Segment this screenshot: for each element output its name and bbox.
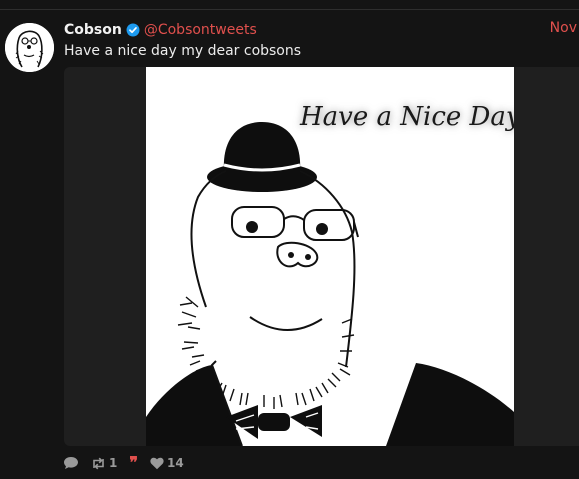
quote-action[interactable]: ❞ [129,455,138,471]
post-date[interactable]: Nov [550,20,577,36]
meme-image: Have a Nice Day... Have a Nice Day... [146,67,542,446]
avatar-face-icon [5,23,54,72]
reply-icon [64,457,78,469]
like-action[interactable]: 14 [150,456,184,470]
meme-caption: Have a Nice Day... [299,102,514,132]
post: Cobson @Cobsontweets Nov Have a nice day… [0,10,579,479]
post-text: Have a nice day my dear cobsons [64,43,302,59]
reply-action[interactable] [63,456,79,470]
post-header: Cobson @Cobsontweets [64,20,257,40]
heart-icon [150,457,164,469]
post-actions: 1 ❞ 14 [63,455,196,471]
quote-icon: ❞ [129,453,138,472]
repost-icon [93,457,104,469]
repost-action[interactable]: 1 [91,456,117,470]
repost-count: 1 [109,456,118,470]
post-media[interactable]: Have a Nice Day... Have a Nice Day... [64,67,579,446]
verified-badge-icon [126,23,140,37]
display-name[interactable]: Cobson [64,22,122,38]
avatar[interactable] [5,23,54,72]
like-count: 14 [166,456,184,470]
user-handle[interactable]: @Cobsontweets [144,22,257,38]
